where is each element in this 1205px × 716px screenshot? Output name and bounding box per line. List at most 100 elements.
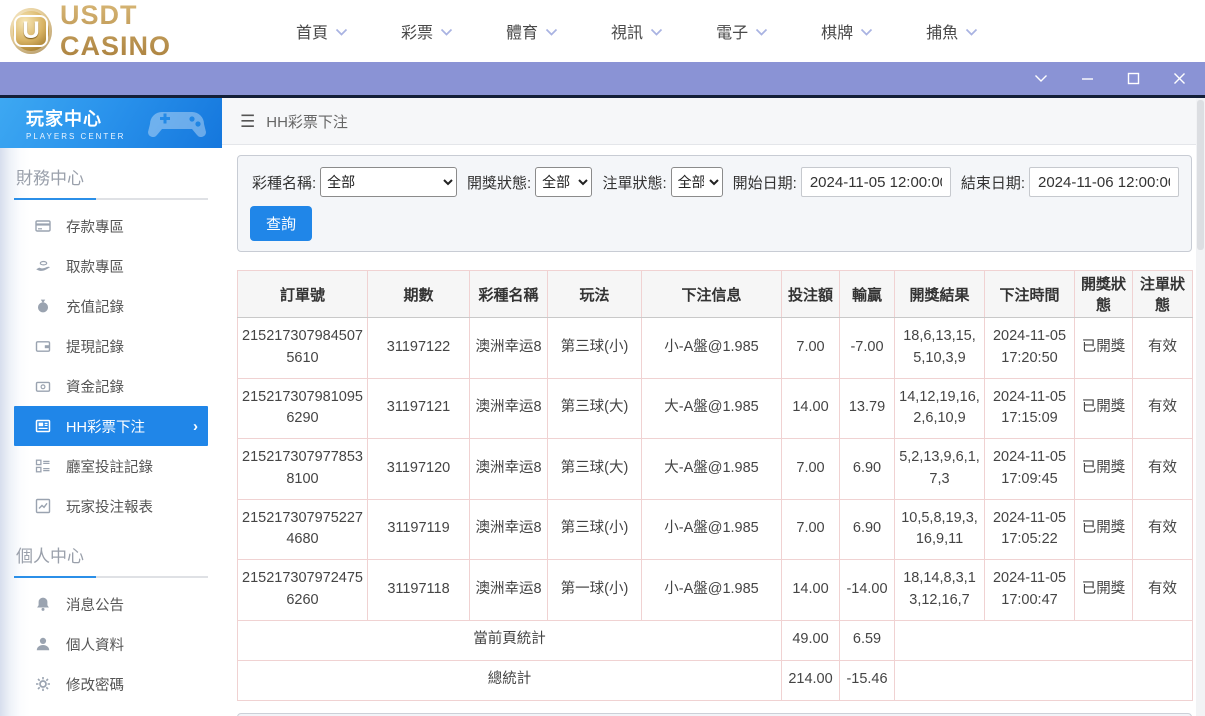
order-status-label: 注單狀態: xyxy=(602,172,666,193)
cell-order-status: 有效 xyxy=(1133,378,1193,439)
section-items: 消息公告個人資料修改密碼 xyxy=(0,584,222,704)
cell-play-type: 第三球(大) xyxy=(548,378,642,439)
end-date-input[interactable] xyxy=(1029,167,1179,197)
sidebar-item-label: 廳室投註記錄 xyxy=(66,456,153,477)
chevron-down-icon xyxy=(755,28,768,36)
cell-order-number: 2152173079724756260 xyxy=(238,560,368,621)
menu-item-label: 彩票 xyxy=(401,19,433,43)
cell-order-number: 2152173079752274680 xyxy=(238,499,368,560)
sidebar-item-廳室投註記錄[interactable]: 廳室投註記錄 xyxy=(14,446,208,486)
cell-bet-time: 2024-11-05 17:05:22 xyxy=(985,499,1075,560)
sidebar-item-存款專區[interactable]: 存款專區 xyxy=(14,206,208,246)
recharge-record-moneybag-icon xyxy=(34,298,51,315)
chevron-down-icon xyxy=(545,28,558,36)
table-row: 215217307972475626031197118澳洲幸运8第一球(小)小-… xyxy=(238,560,1193,621)
hamburger-icon[interactable]: ☰ xyxy=(240,113,255,130)
cell-bet-info: 大-A盤@1.985 xyxy=(642,439,782,500)
cell-play-type: 第三球(小) xyxy=(548,318,642,379)
sidebar: 玩家中心 PLAYERS CENTER 財務中心存款專區取款專區充值記錄提現記錄… xyxy=(0,98,222,716)
cell-bet-amount: 7.00 xyxy=(782,318,840,379)
cell-draw-result: 5,2,13,9,6,1,7,3 xyxy=(895,439,985,500)
sidebar-item-HH彩票下注[interactable]: HH彩票下注› xyxy=(14,406,208,446)
grand-total-empty xyxy=(895,660,1193,700)
cell-draw-result: 10,5,8,19,3,16,9,11 xyxy=(895,499,985,560)
chevron-down-icon xyxy=(965,28,978,36)
window-menu-chevron-icon[interactable] xyxy=(1033,71,1049,87)
funds-record-purse-icon xyxy=(34,378,51,395)
cell-win-loss: 13.79 xyxy=(840,378,895,439)
sidebar-item-label: 存款專區 xyxy=(66,216,124,237)
gamepad-icon xyxy=(148,106,210,140)
section-title-個人中心: 個人中心 xyxy=(16,542,206,567)
app-window: U USDT CASINO 首頁 彩票 體育 視訊 電子 棋牌 捕魚 玩家中心 PLAYER… xyxy=(0,0,1205,716)
section-rule xyxy=(14,576,208,578)
cell-draw-result: 14,12,19,16,2,6,10,9 xyxy=(895,378,985,439)
sidebar-item-充值記錄[interactable]: 充值記錄 xyxy=(14,286,208,326)
menu-item-首頁[interactable]: 首頁 xyxy=(296,19,348,43)
sidebar-item-label: 取款專區 xyxy=(66,256,124,277)
menu-item-棋牌[interactable]: 棋牌 xyxy=(821,19,873,43)
sidebar-menu: 財務中心存款專區取款專區充值記錄提現記錄資金記錄HH彩票下注›廳室投註記錄玩家投… xyxy=(0,164,222,716)
table-row: 215217307981095629031197121澳洲幸运8第三球(大)大-… xyxy=(238,378,1193,439)
column-header-lottery-name: 彩種名稱 xyxy=(470,271,548,318)
menu-item-label: 視訊 xyxy=(611,19,643,43)
column-header-bet-info: 下注信息 xyxy=(642,271,782,318)
order-status-select[interactable]: 全部 xyxy=(671,167,723,197)
bets-table-body: 215217307984507561031197122澳洲幸运8第三球(小)小-… xyxy=(238,318,1193,621)
menu-item-視訊[interactable]: 視訊 xyxy=(611,19,663,43)
sidebar-item-label: 充值記錄 xyxy=(66,296,124,317)
menu-item-電子[interactable]: 電子 xyxy=(716,19,768,43)
column-header-draw-result: 開獎結果 xyxy=(895,271,985,318)
sidebar-item-取款專區[interactable]: 取款專區 xyxy=(14,246,208,286)
deposit-card-icon xyxy=(34,218,51,235)
table-row: 215217307977853810031197120澳洲幸运8第三球(大)大-… xyxy=(238,439,1193,500)
lottery-name-select[interactable]: 全部 xyxy=(320,167,457,197)
sidebar-item-提現記錄[interactable]: 提現記錄 xyxy=(14,326,208,366)
chevron-down-icon xyxy=(335,28,348,36)
sidebar-item-資金記錄[interactable]: 資金記錄 xyxy=(14,366,208,406)
cell-bet-time: 2024-11-05 17:15:09 xyxy=(985,378,1075,439)
sidebar-item-消息公告[interactable]: 消息公告 xyxy=(14,584,208,624)
cell-period: 31197120 xyxy=(368,439,470,500)
menu-item-彩票[interactable]: 彩票 xyxy=(401,19,453,43)
table-header-row: 訂單號期數彩種名稱玩法下注信息投注額輸贏開獎結果下注時間開獎狀態注單狀態 xyxy=(238,271,1193,318)
sidebar-header: 玩家中心 PLAYERS CENTER xyxy=(0,98,222,148)
cell-bet-time: 2024-11-05 17:09:45 xyxy=(985,439,1075,500)
window-minimize-icon[interactable] xyxy=(1079,71,1095,87)
sidebar-item-玩家投注報表[interactable]: 玩家投注報表 xyxy=(14,486,208,526)
section-items: 存款專區取款專區充值記錄提現記錄資金記錄 HH彩票下注› 廳室投註記錄玩家投注報表 xyxy=(0,206,222,526)
sidebar-item-label: 消息公告 xyxy=(66,594,124,615)
sidebar-item-label: 資金記錄 xyxy=(66,376,124,397)
search-button[interactable]: 查詢 xyxy=(250,206,312,241)
cell-draw-status: 已開獎 xyxy=(1075,318,1133,379)
cell-order-status: 有效 xyxy=(1133,439,1193,500)
grand-total-bet: 214.00 xyxy=(782,660,840,700)
cell-bet-info: 小-A盤@1.985 xyxy=(642,318,782,379)
chevron-down-icon xyxy=(860,28,873,36)
draw-status-select[interactable]: 全部 xyxy=(535,167,592,197)
chevron-down-icon xyxy=(440,28,453,36)
column-header-bet-time: 下注時間 xyxy=(985,271,1075,318)
cell-lottery-name: 澳洲幸运8 xyxy=(470,318,548,379)
cell-lottery-name: 澳洲幸运8 xyxy=(470,378,548,439)
cell-bet-amount: 14.00 xyxy=(782,378,840,439)
start-date-label: 開始日期: xyxy=(733,172,797,193)
main-menu: 首頁 彩票 體育 視訊 電子 棋牌 捕魚 xyxy=(296,19,978,43)
sidebar-item-個人資料[interactable]: 個人資料 xyxy=(14,624,208,664)
window-close-icon[interactable] xyxy=(1171,71,1187,87)
menu-item-label: 電子 xyxy=(716,19,748,43)
cell-play-type: 第一球(小) xyxy=(548,560,642,621)
cell-order-status: 有效 xyxy=(1133,318,1193,379)
end-date-label: 結束日期: xyxy=(961,172,1025,193)
menu-item-label: 捕魚 xyxy=(926,19,958,43)
sidebar-item-修改密碼[interactable]: 修改密碼 xyxy=(14,664,208,704)
brand-logo[interactable]: U USDT CASINO xyxy=(10,0,240,62)
vertical-scrollbar[interactable] xyxy=(1196,98,1205,716)
start-date-input[interactable] xyxy=(801,167,951,197)
current-page-summary-label: 當前頁統計 xyxy=(238,620,782,660)
menu-item-捕魚[interactable]: 捕魚 xyxy=(926,19,978,43)
window-maximize-icon[interactable] xyxy=(1125,71,1141,87)
menu-item-體育[interactable]: 體育 xyxy=(506,19,558,43)
scrollbar-thumb[interactable] xyxy=(1197,100,1204,250)
sidebar-subtitle: PLAYERS CENTER xyxy=(26,132,125,141)
